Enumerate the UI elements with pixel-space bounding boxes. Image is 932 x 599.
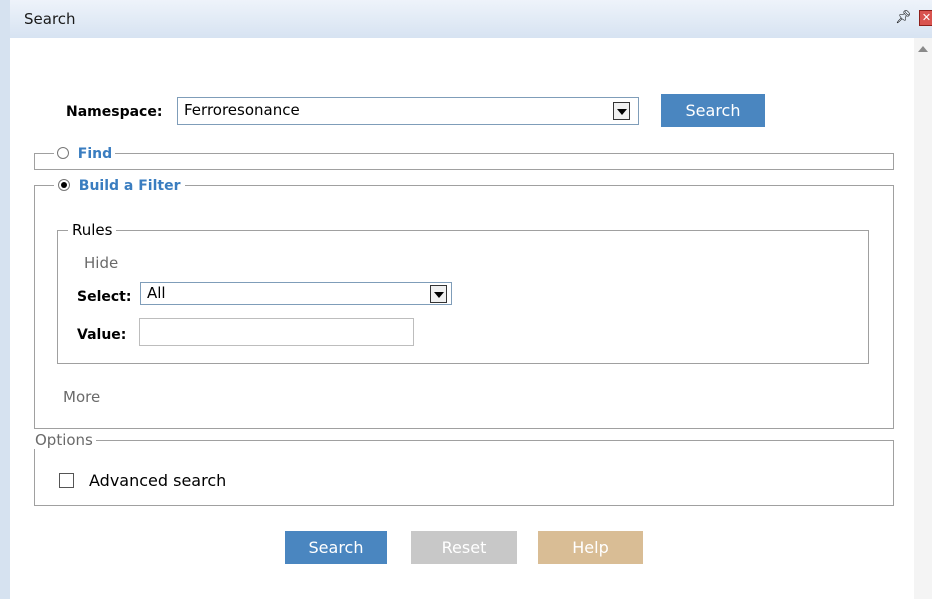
advanced-search-label[interactable]: Advanced search: [89, 471, 226, 490]
rule-select[interactable]: All: [140, 282, 452, 305]
filter-legend: Build a Filter: [54, 176, 185, 196]
rules-legend: Rules: [68, 221, 117, 239]
vertical-scrollbar[interactable]: [914, 38, 932, 599]
title-bar: Search 📌︎ ✕: [10, 0, 932, 38]
more-link[interactable]: More: [63, 388, 100, 406]
pin-icon[interactable]: 📌︎: [895, 10, 912, 26]
window-title: Search: [24, 10, 76, 28]
select-label: Select:: [77, 289, 132, 305]
reset-button[interactable]: Reset: [411, 531, 517, 564]
filter-label[interactable]: Build a Filter: [79, 178, 181, 194]
find-label[interactable]: Find: [78, 146, 112, 162]
namespace-search-button[interactable]: Search: [661, 94, 765, 127]
rule-select-value: All: [147, 284, 166, 302]
chevron-down-icon[interactable]: [430, 285, 447, 303]
window-left-edge: [0, 0, 10, 599]
find-legend: Find: [54, 144, 116, 164]
hide-link[interactable]: Hide: [84, 254, 118, 272]
scroll-up-icon[interactable]: [918, 46, 928, 52]
namespace-value: Ferroresonance: [184, 101, 300, 119]
namespace-select[interactable]: Ferroresonance: [177, 97, 639, 125]
find-radio[interactable]: [57, 147, 69, 159]
advanced-search-checkbox[interactable]: [59, 473, 74, 488]
options-legend: Options: [32, 431, 96, 449]
help-button[interactable]: Help: [538, 531, 643, 564]
namespace-label: Namespace:: [66, 104, 163, 120]
chevron-down-icon[interactable]: [613, 102, 630, 120]
close-icon[interactable]: ✕: [919, 10, 932, 26]
search-button[interactable]: Search: [285, 531, 387, 564]
find-section: [34, 153, 894, 170]
filter-radio[interactable]: [58, 179, 70, 191]
value-input[interactable]: [139, 318, 414, 346]
value-label: Value:: [77, 327, 127, 343]
